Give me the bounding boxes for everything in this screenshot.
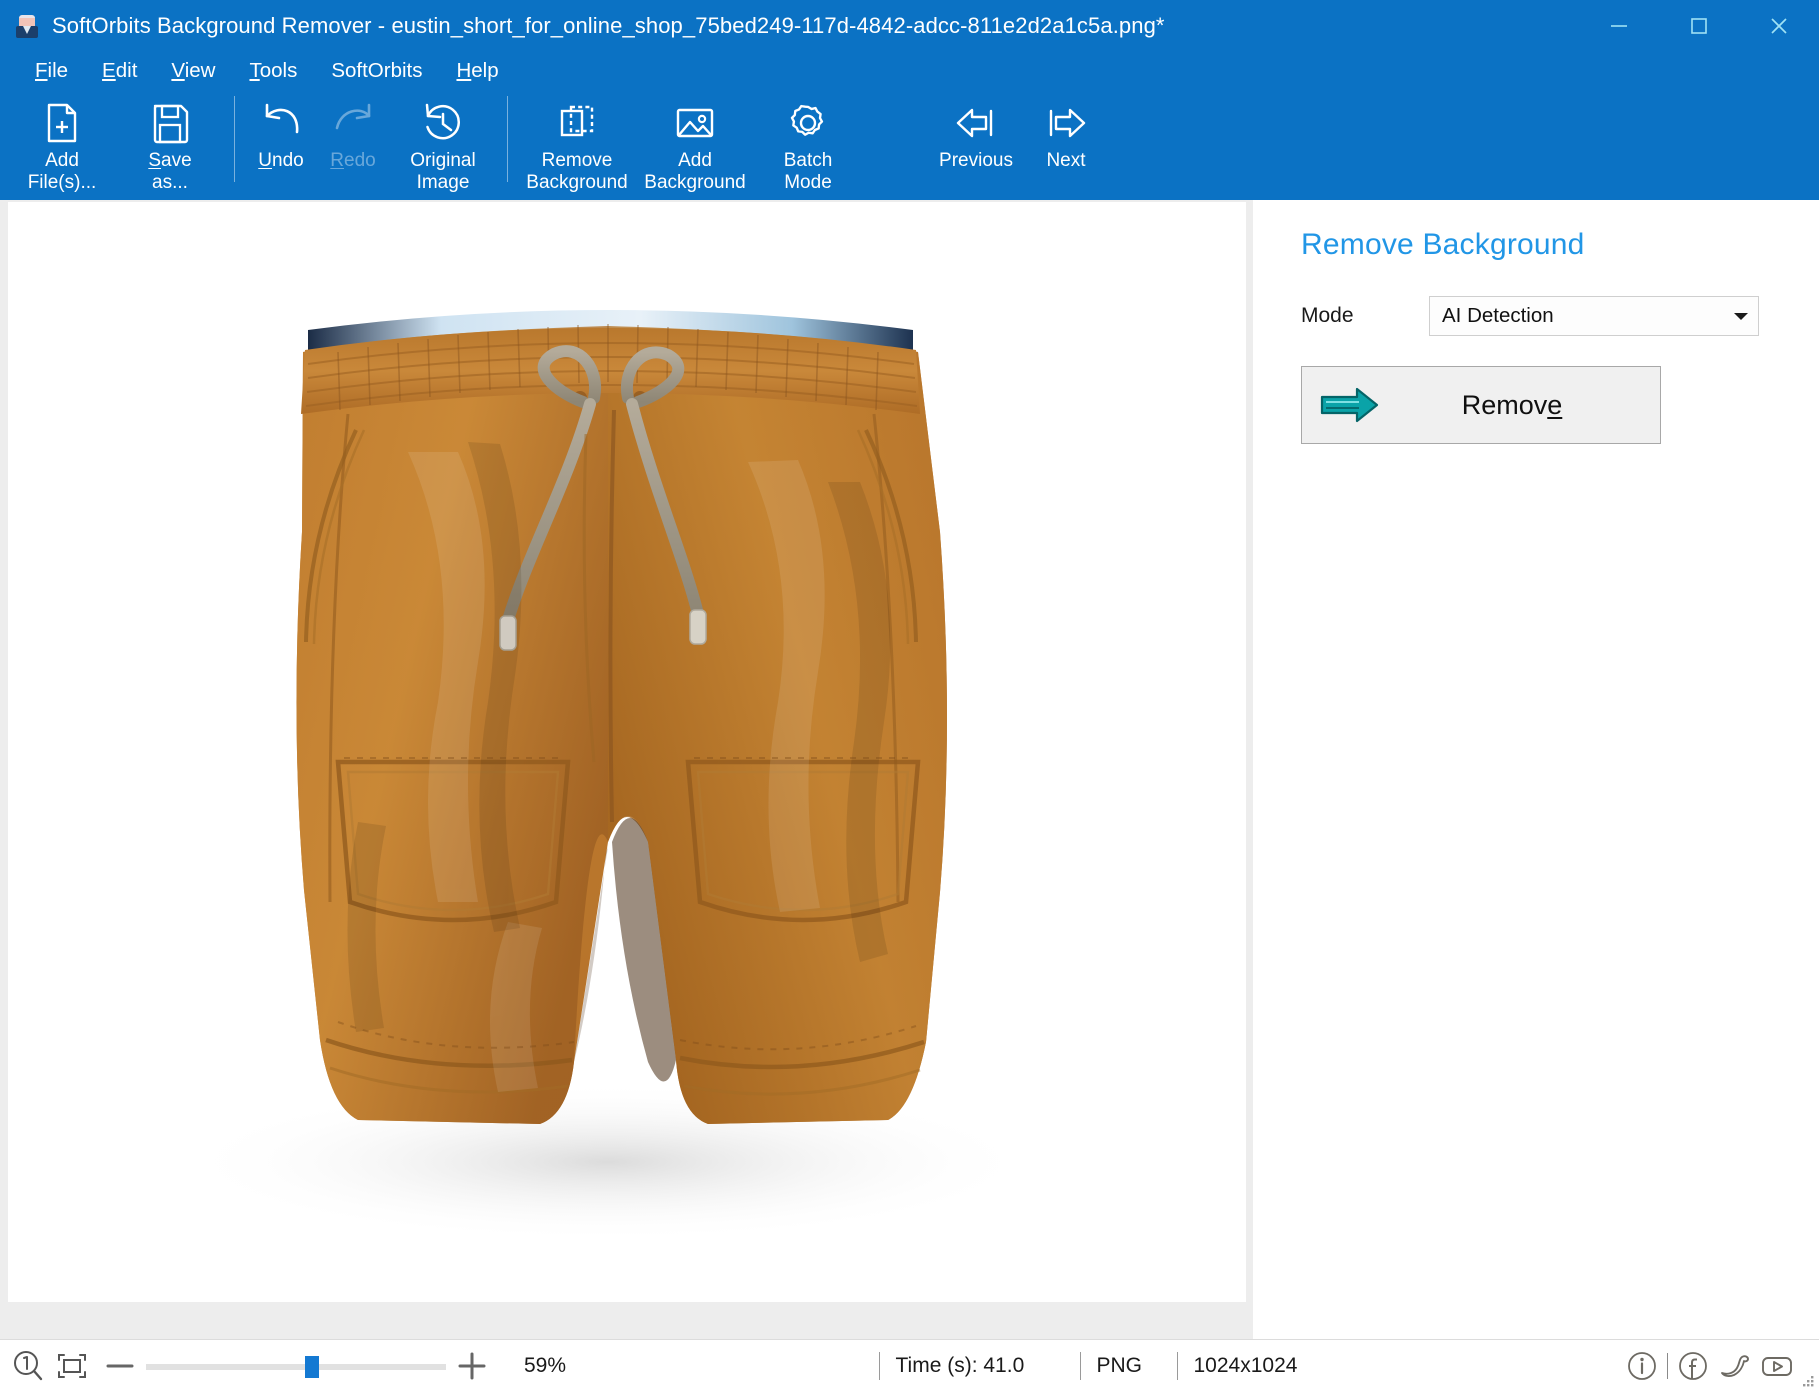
toolbar-previous-button[interactable]: Previous <box>922 90 1030 172</box>
minimize-button[interactable] <box>1579 0 1659 52</box>
maximize-icon <box>1686 13 1712 39</box>
mode-row: Mode AI Detection <box>1301 296 1779 336</box>
dashed-rectangle-icon <box>554 97 600 149</box>
picture-icon <box>672 97 718 149</box>
zoom-1-to-1-icon[interactable] <box>6 1349 50 1383</box>
menu-help[interactable]: Help <box>439 55 515 87</box>
file-format-label: PNG <box>1081 1354 1177 1378</box>
toolbar: AddFile(s)... Saveas... <box>0 90 1819 200</box>
arrow-left-bar-icon <box>950 97 1002 149</box>
title-bar: SoftOrbits Background Remover - eustin_s… <box>0 0 1819 52</box>
status-bar: 59% Time (s): 41.0 PNG 1024x1024 <box>0 1339 1819 1391</box>
toolbar-save-as-label: Saveas... <box>148 150 191 194</box>
toolbar-undo-button[interactable]: Undo <box>245 90 317 172</box>
panel-title: Remove Background <box>1301 228 1779 262</box>
menu-softorbits[interactable]: SoftOrbits <box>314 55 439 87</box>
chevron-down-icon <box>1734 313 1748 320</box>
toolbar-add-background-button[interactable]: AddBackground <box>636 90 754 194</box>
zoom-in-button[interactable] <box>446 1349 498 1383</box>
toolbar-remove-background-button[interactable]: RemoveBackground <box>518 90 636 194</box>
teal-right-arrow-icon <box>1302 385 1398 425</box>
toolbar-original-image-button[interactable]: OriginalImage <box>389 90 497 194</box>
zoom-slider-track <box>146 1364 446 1370</box>
mode-label: Mode <box>1301 304 1429 328</box>
twitter-icon[interactable] <box>1715 1346 1755 1386</box>
minimize-icon <box>1606 13 1632 39</box>
zoom-slider[interactable] <box>146 1353 446 1379</box>
toolbar-previous-label: Previous <box>939 150 1013 172</box>
zoom-percent-label: 59% <box>524 1354 604 1378</box>
toolbar-add-background-label: AddBackground <box>644 150 745 194</box>
social-links <box>1622 1346 1797 1386</box>
toolbar-undo-label: Undo <box>258 150 303 172</box>
toolbar-next-button[interactable]: Next <box>1030 90 1102 172</box>
toolbar-batch-mode-label: BatchMode <box>784 150 833 194</box>
image-canvas[interactable] <box>0 200 1253 1339</box>
zoom-out-button[interactable] <box>94 1349 146 1383</box>
zoom-slider-thumb[interactable] <box>305 1356 319 1378</box>
maximize-button[interactable] <box>1659 0 1739 52</box>
toolbar-separator-1 <box>234 96 235 182</box>
social-separator <box>1667 1353 1668 1379</box>
window-title: SoftOrbits Background Remover - eustin_s… <box>52 13 1165 39</box>
fit-to-window-icon[interactable] <box>50 1349 94 1383</box>
facebook-icon[interactable] <box>1673 1346 1713 1386</box>
application-window: SoftOrbits Background Remover - eustin_s… <box>0 0 1819 1391</box>
toolbar-batch-mode-button[interactable]: BatchMode <box>754 90 862 194</box>
menu-view[interactable]: View <box>154 55 232 87</box>
remove-button-label: Remove <box>1398 390 1660 421</box>
floppy-save-icon <box>147 97 193 149</box>
undo-arrow-icon <box>257 97 305 149</box>
toolbar-add-files-label: AddFile(s)... <box>28 150 97 194</box>
menu-bar: File Edit View Tools SoftOrbits Help <box>0 52 1819 90</box>
tan-cargo-shorts-photo <box>8 202 1246 1302</box>
main-body: Remove Background Mode AI Detection <box>0 200 1819 1339</box>
toolbar-save-as-button[interactable]: Saveas... <box>116 90 224 194</box>
toolbar-redo-label: Redo <box>330 150 375 172</box>
clock-history-icon <box>420 97 466 149</box>
menu-tools[interactable]: Tools <box>232 55 314 87</box>
menu-file[interactable]: File <box>18 55 85 87</box>
toolbar-next-label: Next <box>1046 150 1085 172</box>
processing-time-label: Time (s): 41.0 <box>880 1354 1080 1378</box>
window-controls <box>1579 0 1819 52</box>
image-dimensions-label: 1024x1024 <box>1178 1354 1348 1378</box>
gear-icon <box>785 97 831 149</box>
redo-arrow-icon <box>329 97 377 149</box>
close-icon <box>1766 13 1792 39</box>
toolbar-add-files-button[interactable]: AddFile(s)... <box>8 90 116 194</box>
mode-dropdown[interactable]: AI Detection <box>1429 296 1759 336</box>
person-avatar-icon <box>14 13 40 39</box>
toolbar-redo-button[interactable]: Redo <box>317 90 389 172</box>
close-button[interactable] <box>1739 0 1819 52</box>
toolbar-remove-background-label: RemoveBackground <box>526 150 627 194</box>
document-add-icon <box>39 97 85 149</box>
toolbar-original-image-label: OriginalImage <box>410 150 475 194</box>
menu-edit[interactable]: Edit <box>85 55 154 87</box>
youtube-icon[interactable] <box>1757 1346 1797 1386</box>
right-side-panel: Remove Background Mode AI Detection <box>1253 200 1819 1339</box>
arrow-right-bar-icon <box>1040 97 1092 149</box>
resize-grip[interactable] <box>1801 1374 1815 1388</box>
remove-button[interactable]: Remove <box>1301 366 1661 444</box>
info-icon[interactable] <box>1622 1346 1662 1386</box>
toolbar-separator-2 <box>507 96 508 182</box>
mode-dropdown-value: AI Detection <box>1442 304 1734 328</box>
